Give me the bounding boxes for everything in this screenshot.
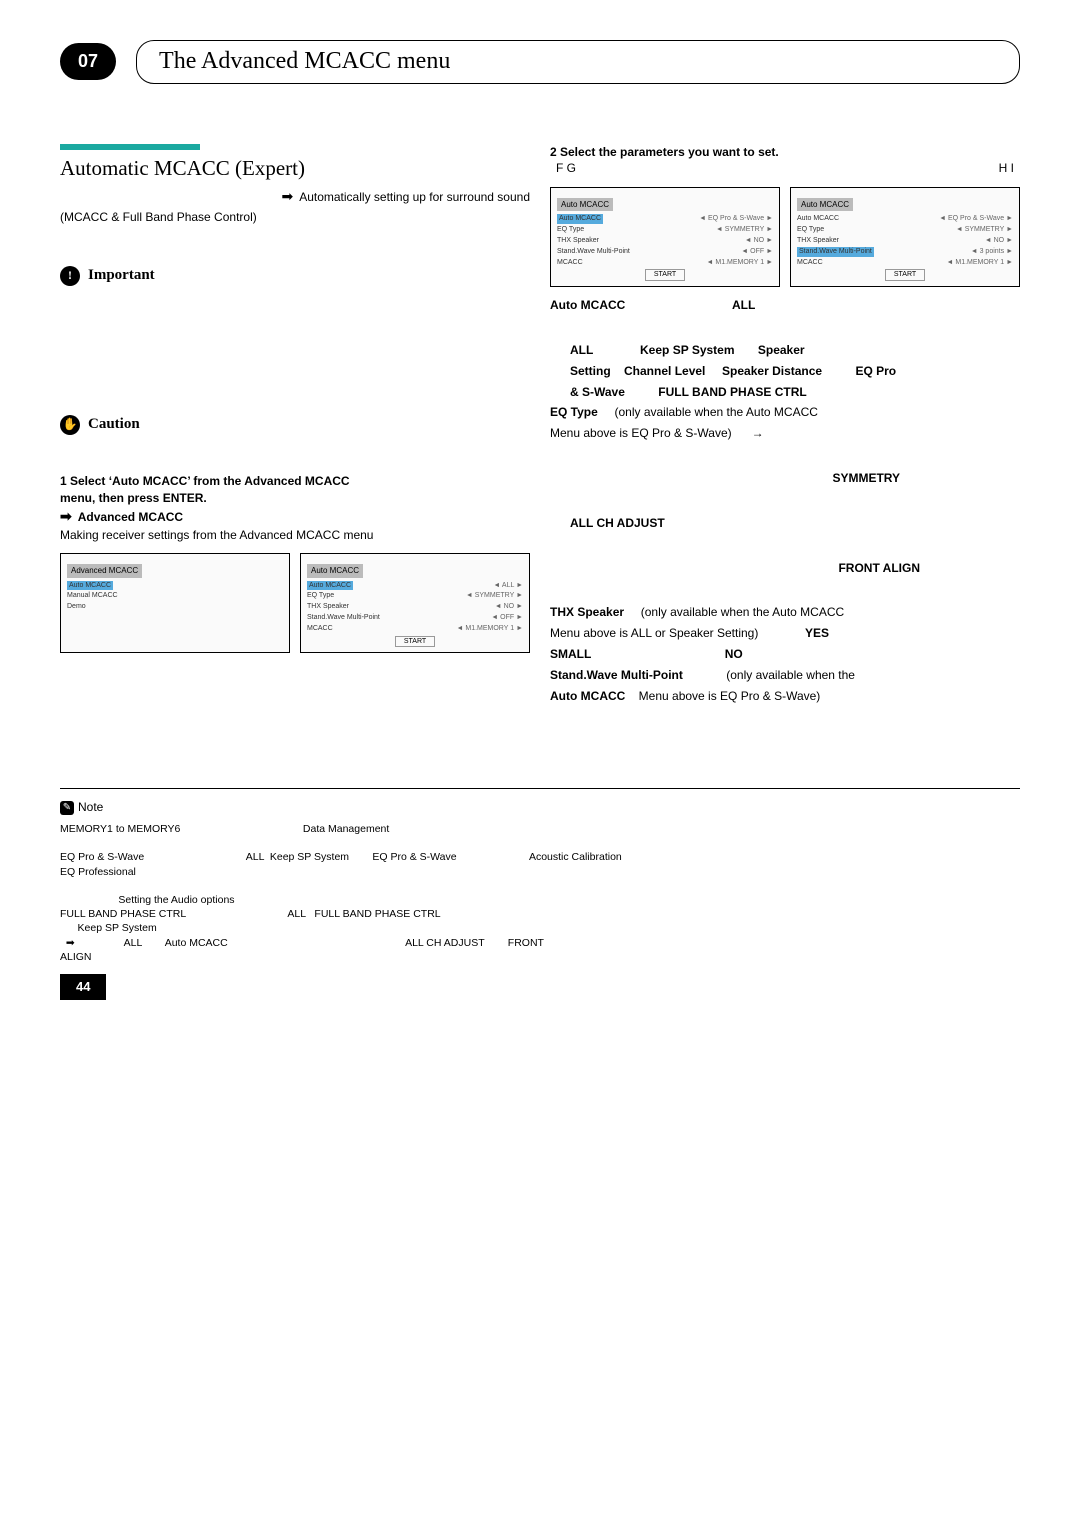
section-subtitle-arrow: Automatically setting up for surround so… [60, 187, 530, 207]
osd-c-start: START [645, 269, 685, 281]
section-subtitle-line2: (MCACC & Full Band Phase Control) [60, 209, 530, 226]
osd-c-title: Auto MCACC [557, 198, 613, 211]
param-symmetry: SYMMETRY [550, 470, 1020, 487]
osd-screenshot-b: Auto MCACC Auto MCACC◄ ALL ► EQ Type◄ SY… [300, 553, 530, 653]
important-heading: ! Important [60, 265, 530, 286]
step1-line-b: menu, then press ENTER. [60, 490, 530, 507]
note-icon: ✎ [60, 801, 74, 815]
note-body-text: MEMORY1 to MEMORY6 Data Management EQ Pr… [60, 822, 1020, 964]
osd-a-title: Advanced MCACC [67, 564, 142, 577]
param-swmp: Stand.Wave Multi-Point (only available w… [550, 667, 1020, 684]
step1-line-a: 1 Select ‘Auto MCACC’ from the Advanced … [60, 473, 530, 490]
section-title: Automatic MCACC (Expert) [60, 154, 530, 183]
important-label-text: Important [88, 265, 155, 286]
page-number: 44 [60, 974, 106, 1000]
osd-d-title: Auto MCACC [797, 198, 853, 211]
caution-icon: ✋ [60, 415, 80, 435]
osd-screenshot-c: Auto MCACC Auto MCACC◄ EQ Pro & S-Wave ►… [550, 187, 780, 287]
osd-b-start: START [395, 636, 435, 648]
chapter-number-badge: 07 [60, 43, 116, 80]
param-frontalign: FRONT ALIGN [550, 560, 1020, 577]
osd-screenshot-d: Auto MCACC Auto MCACC◄ EQ Pro & S-Wave ►… [790, 187, 1020, 287]
step1-arrow-ref: Advanced MCACC [60, 507, 530, 527]
osd-screenshot-a: Advanced MCACC Auto MCACC Manual MCACC D… [60, 553, 290, 653]
param-allch: ALL CH ADJUST [550, 515, 1020, 532]
param-small-no: SMALL NO [550, 646, 1020, 663]
param-list-line2: Setting Channel Level Speaker Distance E… [550, 363, 1020, 380]
osd-b-title: Auto MCACC [307, 564, 363, 577]
step1-description: Making receiver settings from the Advanc… [60, 527, 530, 544]
param-thx: THX Speaker (only available when the Aut… [550, 604, 1020, 621]
param-list-line3: & S-Wave FULL BAND PHASE CTRL [550, 384, 1020, 401]
caution-label-text: Caution [88, 414, 140, 435]
param-thx-cont: Menu above is ALL or Speaker Setting) YE… [550, 625, 1020, 642]
note-label-text: Note [78, 799, 103, 816]
nav-hi-right: H I [999, 160, 1014, 177]
param-list-line1: ALL Keep SP System Speaker [550, 342, 1020, 359]
important-icon: ! [60, 266, 80, 286]
step2-line: 2 Select the parameters you want to set. [550, 144, 1020, 161]
caution-heading: ✋ Caution [60, 414, 530, 435]
param-swmp-cont: Auto MCACC Menu above is EQ Pro & S-Wave… [550, 688, 1020, 705]
param-auto-mcacc: Auto MCACC ALL [550, 297, 1020, 314]
chapter-title: The Advanced MCACC menu [136, 40, 1020, 84]
nav-fg-left: F G [556, 160, 576, 177]
osd-d-start: START [885, 269, 925, 281]
section-accent-bar [60, 144, 200, 150]
note-heading: ✎ Note [60, 799, 103, 816]
param-eqtype: EQ Type (only available when the Auto MC… [550, 404, 1020, 421]
param-eqtype-cont: Menu above is EQ Pro & S-Wave) → [550, 425, 1020, 442]
